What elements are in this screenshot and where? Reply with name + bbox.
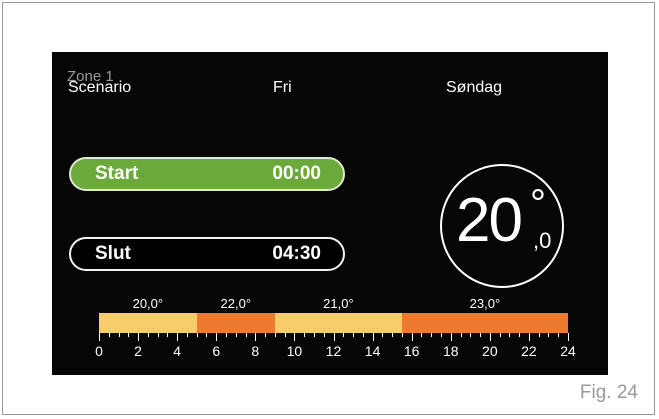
hour-tick <box>108 333 110 337</box>
hour-tick <box>548 333 550 337</box>
hour-tick <box>499 333 501 337</box>
schedule-segment[interactable] <box>274 313 402 333</box>
hour-label: 16 <box>403 343 420 359</box>
schedule-segment[interactable] <box>196 313 275 333</box>
hour-tick <box>480 333 482 337</box>
hour-tick <box>118 333 120 337</box>
hour-tick <box>128 333 130 337</box>
hour-tick <box>294 333 296 341</box>
hour-label: 14 <box>364 343 381 359</box>
mode-label[interactable]: Fri <box>273 79 292 97</box>
temperature-integer: 20 <box>456 186 523 255</box>
hour-label: 24 <box>560 343 576 359</box>
end-time-button[interactable]: Slut 04:30 <box>69 237 345 271</box>
hour-tick <box>167 333 169 337</box>
hour-tick <box>265 333 267 337</box>
schedule-ticks <box>99 333 569 343</box>
thermostat-screen: Zone 1 Scenario Fri Søndag Start 00:00 S… <box>52 52 608 375</box>
hour-tick <box>177 333 179 341</box>
hour-label: 12 <box>325 343 342 359</box>
hour-tick <box>382 333 384 337</box>
hour-tick <box>313 333 315 337</box>
hour-tick <box>333 333 335 341</box>
hour-tick <box>206 333 208 337</box>
hour-tick <box>99 333 100 341</box>
hour-tick <box>558 333 560 337</box>
hour-tick <box>450 333 452 341</box>
schedule-segment[interactable] <box>401 313 568 333</box>
hour-label: 0 <box>95 343 103 359</box>
hour-tick <box>226 333 228 337</box>
hour-label: 18 <box>442 343 459 359</box>
hour-tick <box>392 333 394 337</box>
hour-tick <box>284 333 286 337</box>
hour-tick <box>138 333 140 341</box>
start-time-button[interactable]: Start 00:00 <box>69 157 345 191</box>
segment-temperature: 20,0° <box>132 296 164 311</box>
temperature-dial[interactable]: 20 ° ,0 <box>440 164 564 288</box>
hour-tick <box>245 333 247 337</box>
schedule-bar[interactable] <box>99 313 568 333</box>
hour-tick <box>489 333 491 341</box>
hour-label: 22 <box>521 343 537 359</box>
hour-tick <box>157 333 159 337</box>
hour-tick <box>196 333 198 337</box>
hour-tick <box>528 333 530 341</box>
hour-tick <box>519 333 521 337</box>
hour-tick <box>323 333 325 337</box>
hour-tick <box>470 333 472 337</box>
hour-tick <box>411 333 413 341</box>
day-label[interactable]: Søndag <box>446 79 502 97</box>
hour-tick <box>568 333 569 341</box>
hour-tick <box>304 333 306 337</box>
hour-tick <box>509 333 511 337</box>
figure-caption: Fig. 24 <box>579 382 638 403</box>
end-time: 04:30 <box>272 243 321 264</box>
hour-tick <box>421 333 423 337</box>
segment-temperature: 23,0° <box>469 296 501 311</box>
temperature-degree: ° <box>530 182 546 226</box>
start-time: 00:00 <box>272 163 321 184</box>
hour-tick <box>362 333 364 337</box>
hour-tick <box>343 333 345 337</box>
hour-label: 8 <box>251 343 260 359</box>
hour-tick <box>401 333 403 337</box>
start-label: Start <box>95 163 139 184</box>
schedule-segment[interactable] <box>99 313 197 333</box>
hour-label: 20 <box>482 343 498 359</box>
hour-tick <box>460 333 462 337</box>
hour-label: 2 <box>134 343 142 359</box>
hour-label: 4 <box>173 343 182 359</box>
hour-tick <box>440 333 442 337</box>
hour-tick <box>274 333 276 337</box>
hour-tick <box>235 333 237 337</box>
hour-tick <box>255 333 257 341</box>
hour-tick <box>538 333 540 337</box>
hour-tick <box>186 333 188 337</box>
hour-tick <box>431 333 433 337</box>
scenario-label: Scenario <box>68 79 132 96</box>
hour-tick <box>353 333 355 337</box>
hour-label: 10 <box>286 343 303 359</box>
segment-temperature: 22,0° <box>220 296 252 311</box>
end-label: Slut <box>95 243 131 264</box>
segment-temperature: 21,0° <box>323 296 354 311</box>
hour-tick <box>216 333 218 341</box>
hour-tick <box>372 333 374 341</box>
temperature-decimal: ,0 <box>533 228 552 253</box>
hour-tick <box>147 333 149 337</box>
hour-label: 6 <box>212 343 221 359</box>
figure-frame: Zone 1 Scenario Fri Søndag Start 00:00 S… <box>2 2 655 415</box>
